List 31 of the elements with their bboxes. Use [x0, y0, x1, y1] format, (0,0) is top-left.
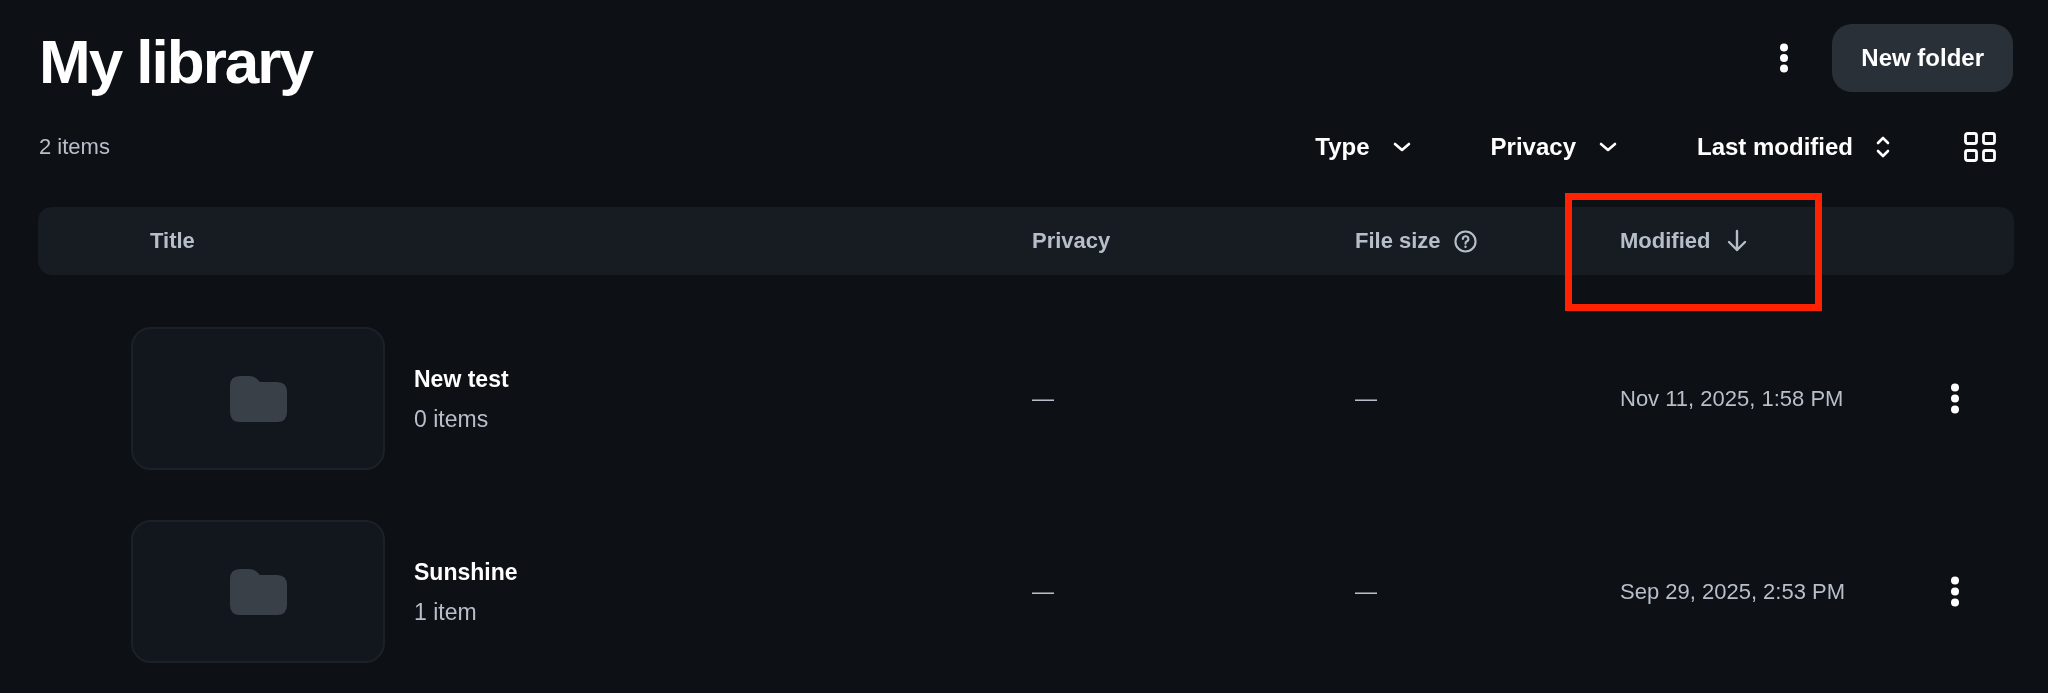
table-cell: Nov 11, 2025, 1:58 PM [1620, 385, 1844, 412]
help-icon[interactable] [1453, 229, 1477, 253]
item-count: 0 items [414, 404, 489, 433]
folder-icon [229, 568, 287, 615]
item-count: 1 item [414, 597, 477, 626]
more-icon[interactable] [1950, 576, 1960, 607]
filter-dropdown[interactable]: Privacy [1490, 133, 1617, 161]
item-count: 2 items [39, 134, 110, 160]
sort-dropdown[interactable]: Last modified [1697, 133, 1890, 161]
new-folder-button[interactable]: New folder [1832, 24, 2013, 92]
chevron-down-icon [1599, 142, 1617, 152]
more-icon[interactable] [1779, 43, 1790, 73]
grid-view-icon[interactable] [1964, 132, 1996, 162]
table-cell: — [1355, 385, 1377, 412]
column-header[interactable]: File size [1355, 228, 1441, 254]
filter-dropdown[interactable]: Type [1315, 133, 1411, 161]
table-cell: Sep 29, 2025, 2:53 PM [1620, 578, 1846, 605]
folder-name[interactable]: New test [414, 364, 509, 393]
column-header[interactable]: Privacy [1032, 228, 1111, 254]
table-cell: — [1355, 578, 1377, 605]
folder-icon [229, 375, 287, 422]
table-cell: — [1032, 578, 1054, 605]
folder-thumbnail[interactable] [131, 327, 385, 470]
sort-icon [1876, 135, 1890, 159]
chevron-down-icon [1392, 142, 1411, 152]
folder-thumbnail[interactable] [131, 520, 385, 663]
table-cell: — [1032, 385, 1054, 412]
column-header[interactable]: Title [150, 228, 195, 254]
more-icon[interactable] [1950, 383, 1960, 414]
folder-name[interactable]: Sunshine [414, 557, 518, 586]
column-header[interactable]: Modified [1620, 228, 1711, 254]
